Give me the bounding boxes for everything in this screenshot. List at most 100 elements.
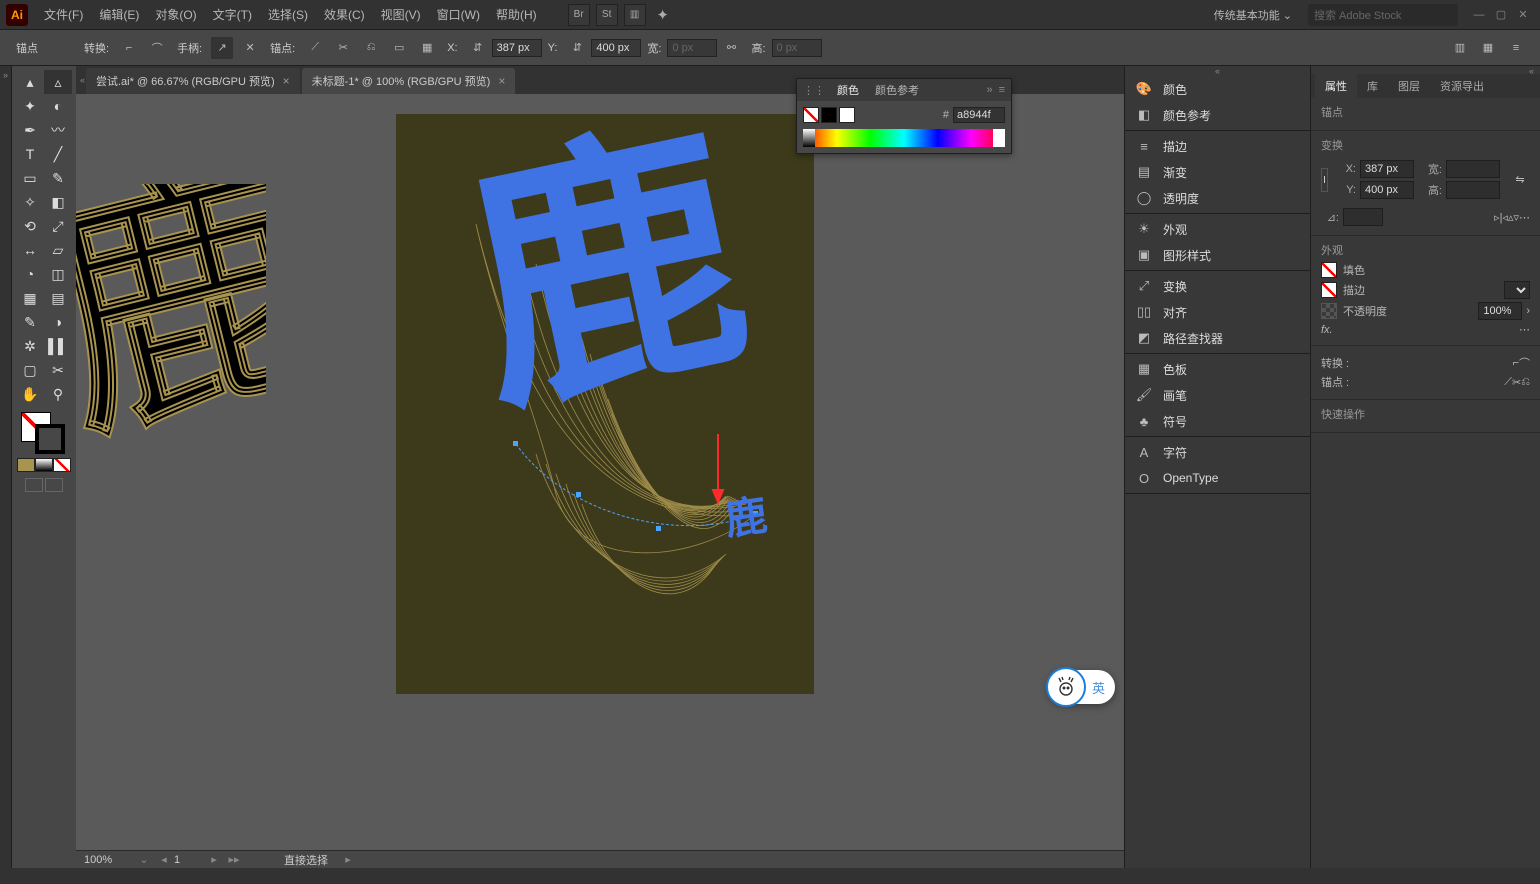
panel-item-transform[interactable]: ⤢变换 — [1125, 273, 1310, 299]
x-stepper-icon[interactable]: ⇵ — [467, 37, 489, 59]
handle-show-icon[interactable]: ↗ — [211, 37, 233, 59]
stroke-swatch[interactable] — [1321, 282, 1337, 298]
shaper-tool[interactable]: ✧ — [16, 190, 44, 214]
anchor-cut-btn[interactable]: ✂ — [1512, 376, 1521, 389]
lasso-tool[interactable]: ◐ — [44, 94, 72, 118]
stroke-weight-select[interactable] — [1504, 281, 1530, 299]
panel-item-symbols[interactable]: ♣符号 — [1125, 408, 1310, 434]
control-x-input[interactable] — [492, 39, 542, 57]
perspective-tool[interactable]: ◫ — [44, 262, 72, 286]
menu-effect[interactable]: 效果(C) — [316, 2, 373, 27]
more-options-icon[interactable]: ⋯ — [1519, 211, 1530, 224]
tab-document-1[interactable]: 尝试.ai* @ 66.67% (RGB/GPU 预览)× — [86, 68, 300, 94]
stock-icon[interactable]: St — [596, 4, 618, 26]
scale-tool[interactable]: ⤢ — [44, 214, 72, 238]
prop-y-input[interactable] — [1360, 181, 1414, 199]
stroke-black-swatch[interactable] — [821, 107, 837, 123]
rectangle-tool[interactable]: ▭ — [16, 166, 44, 190]
fx-label[interactable]: fx. — [1321, 324, 1333, 336]
gpu-icon[interactable]: ✦ — [652, 4, 674, 26]
tab-asset-export[interactable]: 资源导出 — [1430, 74, 1494, 98]
fill-stroke-swatch[interactable] — [17, 410, 71, 456]
menu-view[interactable]: 视图(V) — [373, 2, 429, 27]
align-icon[interactable]: ▥ — [1449, 37, 1471, 59]
symbol-sprayer-tool[interactable]: ✲ — [16, 334, 44, 358]
transform-icon[interactable]: ▦ — [1477, 37, 1499, 59]
menu-type[interactable]: 文字(T) — [205, 2, 260, 27]
shape-builder-tool[interactable]: ◔ — [16, 262, 44, 286]
menu-file[interactable]: 文件(F) — [36, 2, 91, 27]
isolate-icon[interactable]: ▭ — [388, 37, 410, 59]
dock-expand-icon[interactable]: » — [0, 66, 12, 868]
control-h-input[interactable] — [772, 39, 822, 57]
panel-item-stroke[interactable]: ≡描边 — [1125, 133, 1310, 159]
flip-x-icon[interactable]: ▹|◃ — [1494, 211, 1508, 224]
anchor-remove-btn[interactable]: ⟋ — [1504, 376, 1512, 389]
collapse-icon[interactable]: » — [986, 84, 992, 96]
zoom-input[interactable] — [84, 854, 134, 866]
menu-help[interactable]: 帮助(H) — [488, 2, 545, 27]
anchor-connect-icon[interactable]: ⎌ — [360, 37, 382, 59]
eyedropper-tool[interactable]: ✎ — [16, 310, 44, 334]
hex-input[interactable] — [953, 107, 1005, 123]
prop-x-input[interactable] — [1360, 160, 1414, 178]
close-icon[interactable]: × — [498, 74, 505, 88]
ref-point-icon[interactable]: ▦ — [416, 37, 438, 59]
arrange-icon[interactable]: ▥ — [624, 4, 646, 26]
mesh-tool[interactable]: ▦ — [16, 286, 44, 310]
type-tool[interactable]: T — [16, 142, 44, 166]
window-minimize[interactable]: — — [1468, 6, 1490, 24]
close-icon[interactable]: × — [283, 74, 290, 88]
handle-hide-icon[interactable]: ✕ — [239, 37, 261, 59]
flip-h-icon[interactable]: ⇋ — [1510, 171, 1530, 189]
color-spectrum[interactable] — [803, 129, 1005, 147]
zoom-dropdown-icon[interactable]: ⌄ — [134, 853, 154, 866]
panel-handle-icon[interactable]: ⋮⋮ — [803, 84, 825, 97]
menu-object[interactable]: 对象(O) — [147, 2, 204, 27]
gradient-tool[interactable]: ▤ — [44, 286, 72, 310]
link-wh-icon[interactable]: ⚯ — [720, 37, 742, 59]
artboard-nav-input[interactable] — [174, 854, 204, 866]
paintbrush-tool[interactable]: ✎ — [44, 166, 72, 190]
anchor-join-btn[interactable]: ⎌ — [1521, 376, 1530, 389]
pen-tool[interactable]: ✒ — [16, 118, 44, 142]
screen-mode-buttons[interactable] — [24, 478, 64, 492]
control-y-input[interactable] — [591, 39, 641, 57]
panel-item-swatches[interactable]: ▦色板 — [1125, 356, 1310, 382]
fill-swatch[interactable] — [1321, 262, 1337, 278]
artboard[interactable]: 鹿 鹿 — [396, 114, 814, 694]
line-tool[interactable]: ╱ — [44, 142, 72, 166]
artboard-tool[interactable]: ▢ — [16, 358, 44, 382]
eraser-tool[interactable]: ◧ — [44, 190, 72, 214]
slice-tool[interactable]: ✂ — [44, 358, 72, 382]
white-swatch[interactable] — [839, 107, 855, 123]
anchor-cut-icon[interactable]: ✂ — [332, 37, 354, 59]
width-tool[interactable]: ↔ — [16, 238, 44, 262]
magic-wand-tool[interactable]: ✦ — [16, 94, 44, 118]
panel-item-color[interactable]: 🎨颜色 — [1125, 76, 1310, 102]
color-mode-swatches[interactable] — [17, 458, 71, 472]
prop-angle-input[interactable] — [1343, 208, 1383, 226]
tab-document-2[interactable]: 未标题-1* @ 100% (RGB/GPU 预览)× — [302, 68, 516, 94]
rotate-tool[interactable]: ⟲ — [16, 214, 44, 238]
convert-smooth-btn[interactable]: ⌒ — [1519, 355, 1530, 371]
panel-item-pathfinder[interactable]: ◩路径查找器 — [1125, 325, 1310, 351]
prop-h-input[interactable] — [1446, 181, 1500, 199]
menu-edit[interactable]: 编辑(E) — [91, 2, 147, 27]
window-maximize[interactable]: ▢ — [1490, 6, 1512, 24]
workspace-switcher[interactable]: 传统基本功能 ⌄ — [1204, 4, 1302, 26]
search-stock-input[interactable]: 搜索 Adobe Stock — [1308, 4, 1458, 26]
more-appearance-icon[interactable]: ⋯ — [1519, 323, 1530, 336]
panel-item-brushes[interactable]: 🖌画笔 — [1125, 382, 1310, 408]
color-panel[interactable]: ⋮⋮ 颜色 颜色参考 » ≡ # — [796, 78, 1012, 154]
colorguide-tab[interactable]: 颜色参考 — [867, 82, 927, 98]
reference-point-selector[interactable] — [1321, 168, 1328, 192]
color-tab[interactable]: 颜色 — [829, 82, 867, 98]
window-close[interactable]: ✕ — [1512, 6, 1534, 24]
control-w-input[interactable] — [667, 39, 717, 57]
panel-menu-icon[interactable]: ≡ — [1505, 37, 1527, 59]
flip-y-icon[interactable]: ▵▿ — [1508, 211, 1519, 224]
direct-selection-tool[interactable]: ▵ — [44, 70, 72, 94]
bridge-icon[interactable]: Br — [568, 4, 590, 26]
panel-item-transparency[interactable]: ◯透明度 — [1125, 185, 1310, 211]
